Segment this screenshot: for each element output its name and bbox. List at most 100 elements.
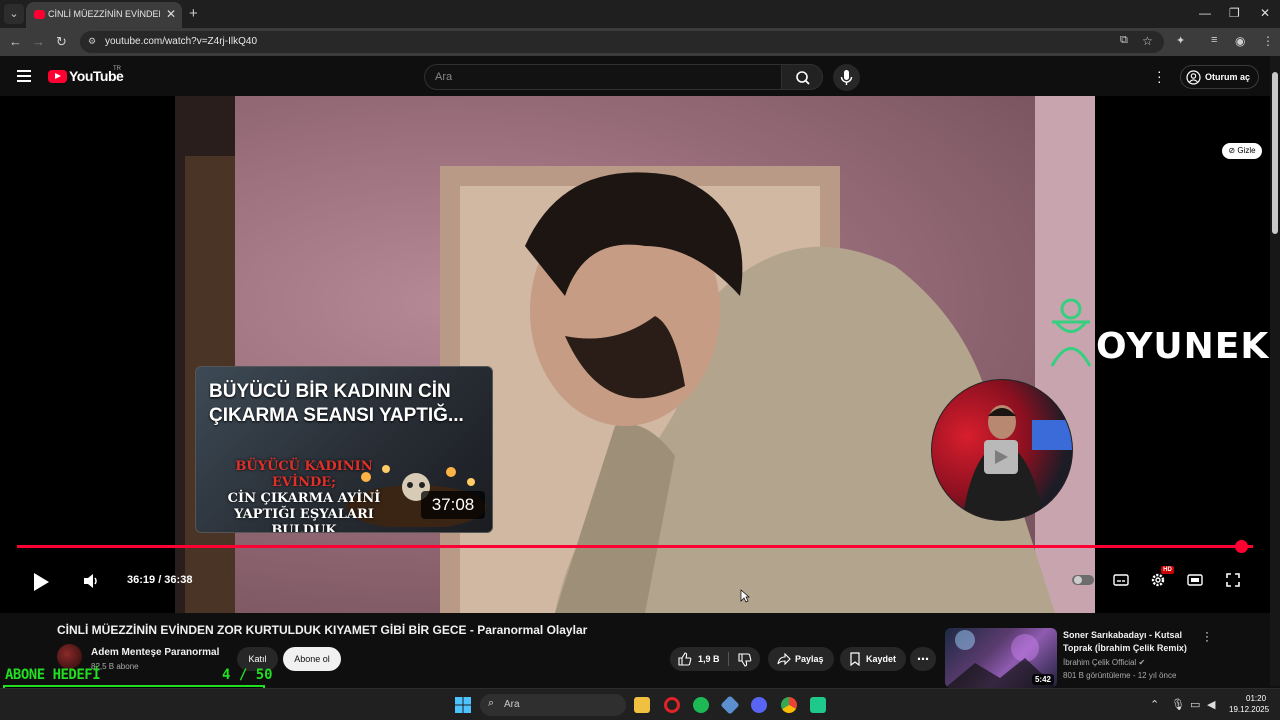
- media-controls-icon[interactable]: ≡: [1211, 34, 1217, 46]
- taskbar-search[interactable]: ⌕ Ara: [480, 694, 626, 716]
- thumb-line-1: BÜYÜCÜ KADININ EVİNDE;: [235, 459, 373, 490]
- recommendation-meta: 801 B görüntüleme - 12 yıl önce: [1063, 671, 1177, 680]
- oyuneks-logo-icon: [1050, 298, 1092, 367]
- like-icon[interactable]: [678, 652, 692, 666]
- play-icon[interactable]: [32, 572, 50, 592]
- share-icon: [777, 653, 791, 665]
- voice-search-button[interactable]: [833, 64, 860, 91]
- save-label: Kaydet: [866, 654, 897, 664]
- recommendation-title[interactable]: Soner Sarıkabadayı - Kutsal Toprak (İbra…: [1063, 629, 1203, 655]
- subscriber-goal-label: ABONE HEDEFİ: [5, 667, 101, 683]
- thumb-line-3: YAPTIĞI EŞYALARI: [234, 507, 374, 522]
- network-icon[interactable]: ▭: [1190, 698, 1200, 711]
- discord-icon[interactable]: [751, 697, 767, 713]
- progress-bar[interactable]: [17, 545, 1253, 548]
- reload-icon[interactable]: ↻: [56, 34, 67, 50]
- tab-title: CİNLİ MÜEZZİNİN EVİNDEN ZOR: [48, 9, 160, 19]
- cast-icon[interactable]: ⧉: [1120, 34, 1128, 47]
- taskbar-date[interactable]: 19.12.2025: [1229, 705, 1269, 714]
- opera-icon[interactable]: [664, 697, 680, 713]
- extensions-icon[interactable]: ✦: [1176, 34, 1185, 47]
- subscriber-goal-count: 4 / 50: [222, 667, 273, 683]
- window-close-icon[interactable]: ✕: [1260, 6, 1270, 20]
- tray-overflow-icon[interactable]: ⌃: [1150, 698, 1159, 711]
- scrollbar-thumb[interactable]: [1272, 72, 1278, 234]
- end-card-duration: 37:08: [421, 491, 485, 519]
- chrome-menu-icon[interactable]: ⋮: [1262, 34, 1274, 48]
- browser-tab-strip: ⌄ CİNLİ MÜEZZİNİN EVİNDEN ZOR ✕ + — ❐ ✕: [0, 0, 1280, 28]
- microphone-tray-icon[interactable]: 🎙: [1171, 698, 1185, 711]
- video-frame[interactable]: [175, 96, 1095, 613]
- forward-icon[interactable]: →: [32, 34, 45, 49]
- progress-scrubber[interactable]: [1235, 540, 1248, 553]
- autoplay-toggle[interactable]: [1072, 575, 1094, 585]
- signin-button[interactable]: Oturum aç: [1180, 65, 1259, 89]
- recommendation-menu-icon[interactable]: · · ·: [1205, 626, 1209, 646]
- url-text: youtube.com/watch?v=Z4rj-IlkQ40: [105, 36, 258, 47]
- browser-tab-active[interactable]: CİNLİ MÜEZZİNİN EVİNDEN ZOR ✕: [26, 2, 182, 28]
- search-button[interactable]: [781, 64, 823, 90]
- tab-close-icon[interactable]: ✕: [166, 7, 176, 21]
- bookmark-star-icon[interactable]: ☆: [1142, 34, 1153, 48]
- end-screen-channel-avatar[interactable]: [931, 379, 1073, 521]
- fullscreen-icon[interactable]: [1225, 572, 1241, 588]
- volume-icon[interactable]: [82, 572, 100, 590]
- youtube-favicon-icon: [34, 10, 45, 19]
- channel-name[interactable]: Adem Menteşe Paranormal: [91, 647, 219, 658]
- speaker-icon[interactable]: ◀: [1207, 698, 1215, 711]
- chrome-icon[interactable]: [781, 697, 797, 713]
- settings-more-icon[interactable]: · · ·: [1157, 64, 1162, 88]
- account-icon: [1186, 70, 1201, 85]
- windows-start-icon[interactable]: [455, 697, 471, 713]
- end-screen-video-card[interactable]: BÜYÜCÜ BİR KADININ CİN ÇIKARMA SEANSI YA…: [195, 366, 493, 533]
- more-actions-icon[interactable]: ⋯: [910, 647, 936, 671]
- thumb-line-2: CİN ÇIKARMA AYİNİ: [227, 491, 381, 506]
- recommendation-channel-name: İbrahim Çelik Official: [1063, 658, 1137, 667]
- recommendation-duration: 5:42: [1031, 674, 1054, 685]
- video-title: CİNLİ MÜEZZİNİN EVİNDEN ZOR KURTULDUK KI…: [57, 623, 588, 637]
- address-bar[interactable]: ⚙ youtube.com/watch?v=Z4rj-IlkQ40: [80, 31, 1164, 53]
- youtube-logo-icon[interactable]: [48, 70, 67, 83]
- miniplayer-icon[interactable]: [1187, 572, 1203, 588]
- recommendation-channel[interactable]: İbrahim Çelik Official ✔: [1063, 658, 1145, 667]
- profile-icon[interactable]: ◉: [1235, 34, 1245, 48]
- subtitles-icon[interactable]: [1113, 572, 1129, 588]
- search-icon: [796, 71, 810, 85]
- menu-icon[interactable]: [17, 70, 31, 85]
- share-label: Paylaş: [795, 654, 824, 664]
- restore-icon[interactable]: ❐: [1229, 6, 1240, 20]
- settings-gear-icon[interactable]: [1150, 572, 1166, 588]
- eye-off-icon: ⊘: [1228, 146, 1238, 155]
- spotify-icon[interactable]: [693, 697, 709, 713]
- verified-icon: ✔: [1138, 658, 1146, 667]
- site-info-icon[interactable]: ⚙: [88, 36, 100, 47]
- share-button[interactable]: Paylaş: [768, 647, 834, 671]
- like-dislike-group: 1,9 B: [670, 647, 760, 671]
- minimize-icon[interactable]: —: [1199, 6, 1211, 20]
- hide-button[interactable]: ⊘ Gizle: [1222, 143, 1262, 159]
- thumb-line-4: BULDUK: [271, 523, 337, 533]
- recommendation-thumbnail[interactable]: 5:42: [945, 628, 1057, 688]
- new-tab-button[interactable]: +: [189, 5, 198, 22]
- subscribe-button[interactable]: Abone ol: [283, 647, 341, 671]
- taskbar-time[interactable]: 01:20: [1246, 694, 1266, 703]
- windows-taskbar: ⌕ Ara ⌃ 🎙 ▭ ◀ 01:20 19.12.2025: [0, 688, 1280, 720]
- video-scene-image: [175, 96, 1095, 613]
- page-scrollbar[interactable]: [1270, 56, 1280, 686]
- tab-search-button[interactable]: ⌄: [4, 4, 24, 24]
- country-code: TR: [113, 66, 121, 72]
- dislike-icon[interactable]: [738, 653, 752, 667]
- whatsapp-icon[interactable]: [810, 697, 826, 713]
- app-icon[interactable]: [720, 695, 740, 715]
- video-player[interactable]: ⊘ Gizle OYUNEKS BÜYÜCÜ BİR KADININ CİN Ç…: [0, 96, 1270, 613]
- back-icon[interactable]: ←: [9, 34, 22, 49]
- taskbar-search-icon: ⌕: [488, 697, 495, 709]
- browser-toolbar: ← → ↻ ⚙ youtube.com/watch?v=Z4rj-IlkQ40 …: [0, 28, 1280, 56]
- hide-label: Gizle: [1237, 146, 1256, 155]
- search-input[interactable]: Ara: [424, 64, 782, 90]
- oyuneks-logo-text: OYUNEKS: [1096, 326, 1270, 367]
- taskbar-search-label: Ara: [504, 699, 520, 710]
- file-explorer-icon[interactable]: [634, 697, 650, 713]
- save-button[interactable]: Kaydet: [840, 647, 906, 671]
- channel-avatar[interactable]: [57, 644, 82, 669]
